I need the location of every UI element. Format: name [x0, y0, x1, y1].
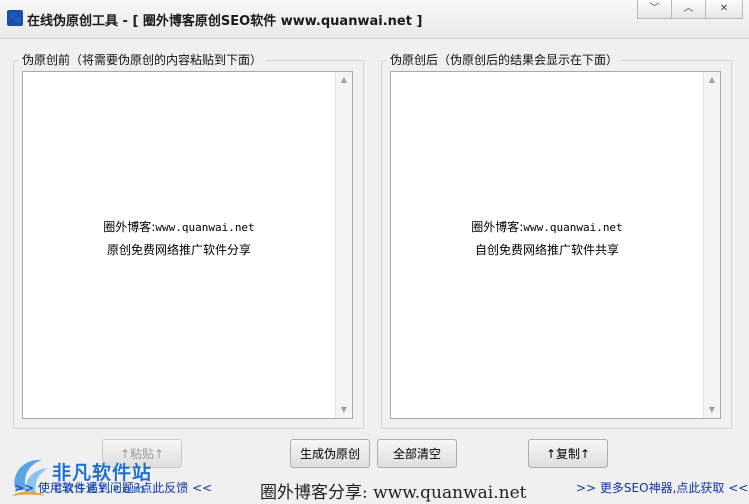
input-line1-label: 圈外博客: [103, 220, 156, 234]
window-controls: ﹀ ︿ ✕ [637, 0, 743, 20]
clear-all-button[interactable]: 全部清空 [377, 439, 457, 468]
title-bar: 🐾 在线伪原创工具 - [ 圈外博客原创SEO软件 www.quanwai.ne… [0, 0, 749, 39]
right-groupbox-label: 伪原创后（伪原创后的结果会显示在下面） [387, 51, 622, 68]
close-button[interactable]: ✕ [705, 0, 743, 19]
left-groupbox-label: 伪原创前（将需要伪原创的内容粘贴到下面） [19, 51, 266, 68]
scroll-down-arrow-icon[interactable]: ▼ [704, 402, 720, 418]
output-textarea[interactable]: 圈外博客:www.quanwai.net 自创免费网络推广软件共享 ▲ ▼ [390, 71, 721, 419]
output-scrollbar[interactable]: ▲ ▼ [703, 72, 720, 418]
input-scrollbar[interactable]: ▲ ▼ [335, 72, 352, 418]
output-line1-url: www.quanwai.net [523, 221, 623, 234]
footer-share-text: 圈外博客分享: www.quanwai.net [260, 483, 527, 503]
window-title: 在线伪原创工具 - [ 圈外博客原创SEO软件 www.quanwai.net … [27, 14, 423, 29]
maximize-button[interactable]: ︿ [671, 0, 706, 19]
scroll-down-arrow-icon[interactable]: ▼ [336, 402, 352, 418]
copy-button[interactable]: ↑复制↑ [528, 439, 608, 468]
minimize-button[interactable]: ﹀ [637, 0, 672, 19]
output-placeholder-text: 圈外博客:www.quanwai.net 自创免费网络推广软件共享 [391, 216, 703, 262]
input-placeholder-text: 圈外博客:www.quanwai.net 原创免费网络推广软件分享 [23, 216, 335, 262]
app-paw-icon: 🐾 [7, 10, 23, 26]
input-textarea[interactable]: 圈外博客:www.quanwai.net 原创免费网络推广软件分享 ▲ ▼ [22, 71, 353, 419]
input-line1-url: www.quanwai.net [155, 221, 255, 234]
scroll-up-arrow-icon[interactable]: ▲ [336, 72, 352, 88]
generate-button[interactable]: 生成伪原创 [290, 439, 370, 468]
scroll-up-arrow-icon[interactable]: ▲ [704, 72, 720, 88]
output-line2: 自创免费网络推广软件共享 [474, 243, 619, 257]
feedback-link[interactable]: >> 使用软件遇到问题?点此反馈 << [14, 479, 212, 496]
output-line1-label: 圈外博客: [471, 220, 524, 234]
more-seo-tools-link[interactable]: >> 更多SEO神器,点此获取 << [576, 479, 748, 496]
input-line2: 原创免费网络推广软件分享 [106, 243, 251, 257]
